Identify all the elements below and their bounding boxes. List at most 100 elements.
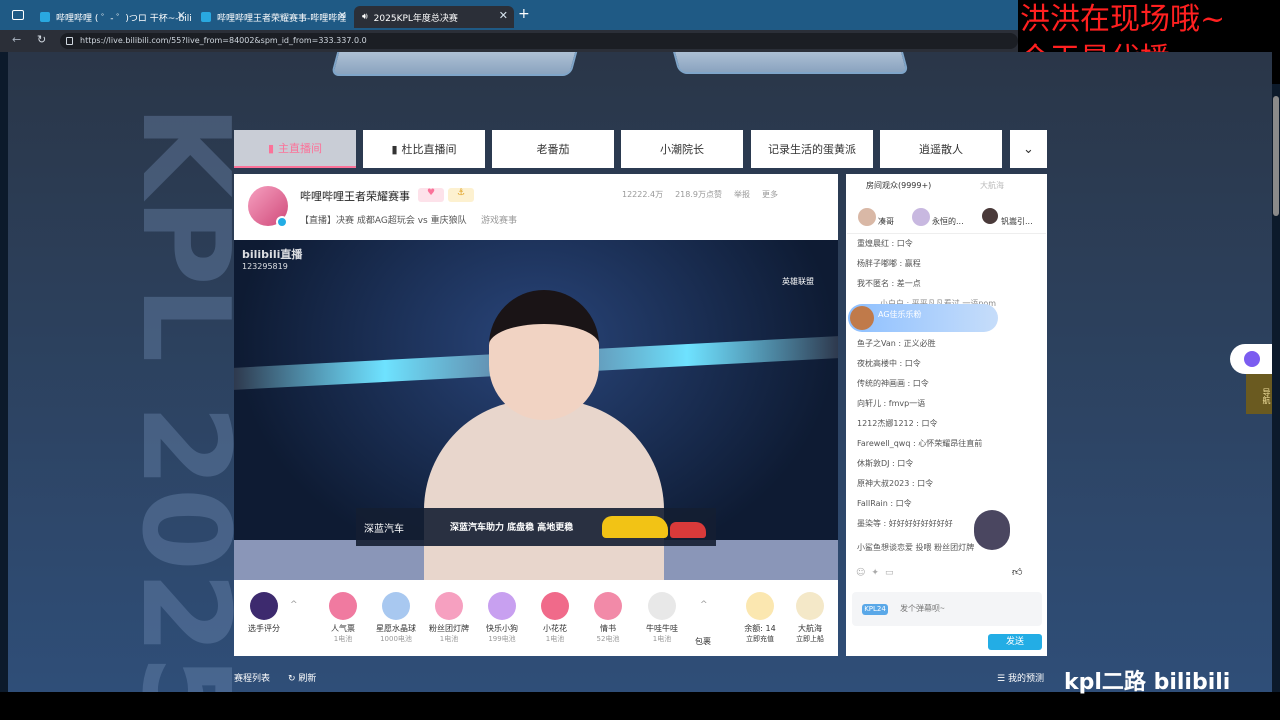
emoji-icon[interactable]: ☺ <box>856 568 865 578</box>
schedule-link[interactable]: 赛程列表 <box>234 671 270 684</box>
chat-message: 鱼子之Van : 正义必胜 <box>857 339 936 348</box>
room-name[interactable]: 哔哩哔哩王者荣耀赛事 <box>300 188 410 204</box>
text-icon[interactable]: ▭ <box>885 568 894 578</box>
gift-item[interactable]: 快乐小狗 199电池 <box>476 592 528 644</box>
gift-name: 包裹 <box>695 637 711 646</box>
room-title: 【直播】决赛 成都AG超玩会 vs 重庆狼队 <box>300 216 467 226</box>
gift-name: 小花花 <box>543 624 567 633</box>
report-link[interactable]: 举报 <box>734 189 750 200</box>
refresh-button[interactable]: ↻ 刷新 <box>288 671 316 684</box>
new-tab-button[interactable]: + <box>518 6 530 22</box>
gift-icon[interactable]: ✦ <box>871 568 879 578</box>
tab-guard[interactable]: 大航海 <box>980 180 1004 191</box>
address-input[interactable]: https://live.bilibili.com/55?live_from=8… <box>60 33 1018 49</box>
tab-label: 记录生活的蛋黄派 <box>768 143 856 156</box>
likes-count[interactable]: 218.9万点赞 <box>675 189 722 200</box>
chat-message: 杨胖子嘟嘟 : 赢程 <box>857 259 921 268</box>
tab-dolby-room[interactable]: ▮ 杜比直播间 <box>363 130 485 168</box>
avatar[interactable] <box>858 208 876 226</box>
video-player[interactable]: bilibili直播 123295819 英雄联盟 深蓝汽车 深蓝汽车助力 底盘… <box>234 240 838 580</box>
package-button[interactable]: 包裹 <box>677 636 729 647</box>
gift-price: 199电池 <box>488 635 516 643</box>
gift-item[interactable]: 小花花 1电池 <box>529 592 581 644</box>
tab-streamer[interactable]: 逍遥散人 <box>880 130 1002 168</box>
gift-item[interactable]: 选手评分 <box>238 592 290 634</box>
chevron-down-icon: ⌄ <box>1023 141 1034 157</box>
chat-message: Farewell_qwq : 心怀荣耀昂往直前 <box>857 439 983 448</box>
chat-message: 休斯敦DJ : 口令 <box>857 459 914 468</box>
top-user[interactable]: 凑哥 <box>878 216 894 227</box>
cow-icon <box>648 592 676 620</box>
chat-message: 夜枕高楼中 : 口令 <box>857 359 921 368</box>
back-icon[interactable]: ← <box>12 33 21 46</box>
send-button[interactable]: 发送 <box>988 634 1042 650</box>
browser-tab[interactable]: 哔哩哔哩王者荣耀赛事-哔哩哔哩 ✕ <box>193 6 353 28</box>
prediction-link[interactable]: ☰ 我的预测 <box>997 671 1044 684</box>
top-user[interactable]: 永恒的... <box>932 216 964 227</box>
bilibili-favicon-icon <box>40 12 50 22</box>
browser-tab[interactable]: 哔哩哔哩 ( ゜- ゜)つロ 干杯~-bilibili ✕ <box>32 6 192 28</box>
browser-tab-active[interactable]: 🔊︎ 2025KPL年度总决赛 ✕ <box>354 6 514 28</box>
more-link[interactable]: 更多 <box>762 189 778 200</box>
top-user[interactable]: 钒嵩引... <box>1001 216 1033 227</box>
viewers-count: 12222.4万 <box>622 190 664 199</box>
ticket-icon <box>329 592 357 620</box>
lamp-icon <box>435 592 463 620</box>
lock-icon[interactable] <box>66 37 73 45</box>
avatar[interactable] <box>912 208 930 226</box>
speaker-icon: 🔊︎ <box>362 12 368 22</box>
reload-icon[interactable]: ↻ <box>37 33 46 46</box>
avatar[interactable] <box>982 208 998 224</box>
banner-decoration <box>330 52 586 76</box>
signal-icon: ▮ <box>267 141 275 155</box>
refresh-icon: ↻ <box>288 674 299 684</box>
close-icon[interactable]: ✕ <box>499 9 508 22</box>
side-widget[interactable] <box>1230 344 1272 374</box>
gift-price: 1电池 <box>333 635 353 643</box>
gift-item[interactable]: 情书 52电池 <box>582 592 634 644</box>
chevron-up-icon[interactable]: ^ <box>290 600 298 610</box>
scrollbar[interactable] <box>1273 96 1279 216</box>
tab-actions-icon[interactable] <box>12 10 24 20</box>
gift-name: 人气票 <box>331 624 355 633</box>
prediction-label: 我的预测 <box>1007 674 1044 684</box>
sponsor-brand: 深蓝汽车 <box>364 524 404 535</box>
car-image <box>602 516 668 538</box>
like-icon[interactable]: 👍︎ <box>1012 566 1042 580</box>
chat-message: 墨染等 : 好好好好好好好好 <box>857 519 953 528</box>
close-icon[interactable]: ✕ <box>338 9 347 22</box>
rating-icon <box>250 592 278 620</box>
close-icon[interactable]: ✕ <box>177 9 186 22</box>
danmaku-input[interactable] <box>900 594 1036 622</box>
tab-label: 小潮院长 <box>660 143 704 156</box>
guard-button[interactable]: 大航海 立即上船 <box>784 592 836 644</box>
gift-price: 1电池 <box>439 635 459 643</box>
tab-main-room[interactable]: ▮ 主直播间 <box>234 130 356 168</box>
chevron-up-icon[interactable]: ^ <box>700 600 708 610</box>
tab-streamer[interactable]: 老番茄 <box>492 130 614 168</box>
chat-message: 我不匿名 : 差一点 <box>857 279 921 288</box>
gift-item[interactable]: 粉丝团灯牌 1电池 <box>423 592 475 644</box>
tab-label: 哔哩哔哩 ( ゜- ゜)つロ 干杯~-bilibili <box>56 13 192 24</box>
tab-audience[interactable]: 房间观众(9999+) <box>866 180 931 191</box>
vip-icon <box>1244 351 1260 367</box>
heart-icon: ♥ <box>418 188 444 202</box>
nav-button[interactable]: 导航 <box>1246 374 1272 414</box>
tab-label: 哔哩哔哩王者荣耀赛事-哔哩哔哩 <box>217 13 347 24</box>
list-icon: ☰ <box>997 674 1008 684</box>
tab-streamer[interactable]: 小潮院长 <box>621 130 743 168</box>
gift-item[interactable]: 星愿水晶球 1000电池 <box>370 592 422 644</box>
more-tabs-button[interactable]: ⌄ <box>1010 130 1047 168</box>
chat-message: 原神大叔2023 : 口令 <box>857 479 934 488</box>
sponsor-slogan: 深蓝汽车助力 底盘稳 高地更稳 <box>450 523 574 533</box>
recharge-button[interactable]: 余额: 14 立即充值 <box>734 592 786 644</box>
verified-icon <box>276 216 288 228</box>
room-category[interactable]: 游戏赛事 <box>481 213 517 226</box>
chat-message: FallRain : 口令 <box>857 499 912 508</box>
gift-name: 选手评分 <box>248 624 280 633</box>
fan-medal[interactable]: KPL24 <box>862 604 888 615</box>
gift-item[interactable]: 人气票 1电池 <box>317 592 369 644</box>
ship-icon <box>796 592 824 620</box>
tab-streamer[interactable]: 记录生活的蛋黄派 <box>751 130 873 168</box>
car-image <box>670 522 706 538</box>
